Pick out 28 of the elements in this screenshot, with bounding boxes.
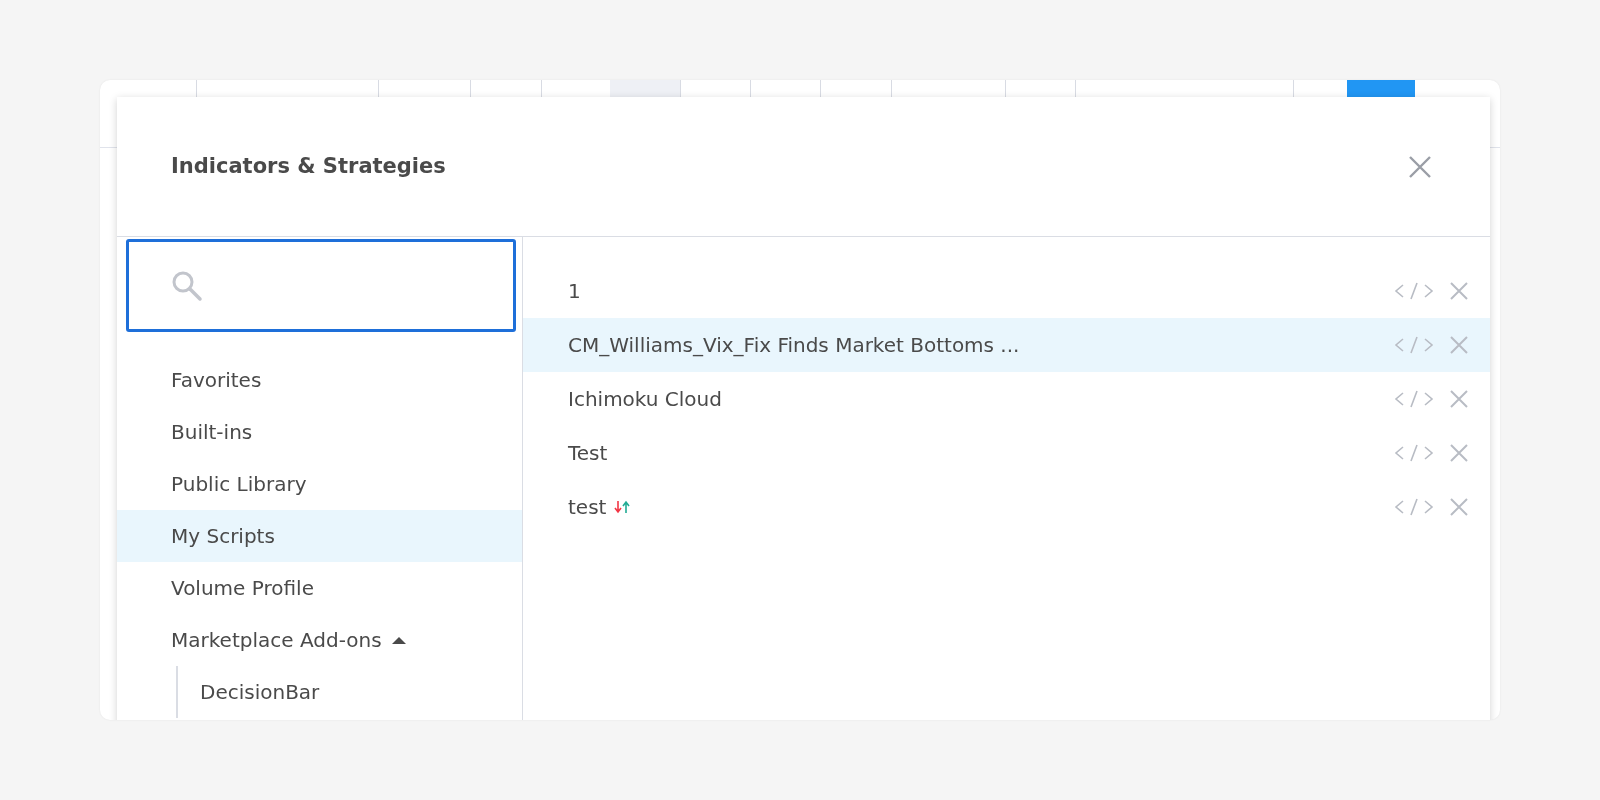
- script-row[interactable]: Ichimoku Cloud: [523, 372, 1490, 426]
- remove-button[interactable]: [1448, 442, 1470, 464]
- source-code-button[interactable]: [1394, 389, 1434, 409]
- remove-button[interactable]: [1448, 334, 1470, 356]
- dialog-title: Indicators & Strategies: [171, 152, 446, 180]
- script-row[interactable]: Test: [523, 426, 1490, 480]
- script-row[interactable]: 1: [523, 264, 1490, 318]
- category-item[interactable]: My Scripts: [117, 510, 522, 562]
- category-item[interactable]: Volume Profile: [117, 562, 522, 614]
- search-field[interactable]: [126, 239, 516, 332]
- source-code-button[interactable]: [1394, 281, 1434, 301]
- category-item[interactable]: Favorites: [117, 354, 522, 406]
- category-item[interactable]: DecisionBar: [178, 666, 522, 718]
- category-item[interactable]: Marketplace Add-ons: [117, 614, 522, 666]
- script-row[interactable]: CM_Williams_Vix_Fix Finds Market Bottoms ...: [523, 318, 1490, 372]
- caret-icon: [391, 635, 406, 645]
- strategy-arrows-icon: [614, 500, 631, 514]
- source-code-button[interactable]: [1394, 335, 1434, 355]
- remove-button[interactable]: [1448, 496, 1470, 518]
- category-item[interactable]: Public Library: [117, 458, 522, 510]
- search-icon: [171, 269, 203, 302]
- source-code-button[interactable]: [1394, 497, 1434, 517]
- close-icon: [1408, 154, 1432, 179]
- remove-button[interactable]: [1448, 280, 1470, 302]
- source-code-button[interactable]: [1394, 443, 1434, 463]
- category-item[interactable]: Built-ins: [117, 406, 522, 458]
- script-row[interactable]: test: [523, 480, 1490, 534]
- remove-button[interactable]: [1448, 388, 1470, 410]
